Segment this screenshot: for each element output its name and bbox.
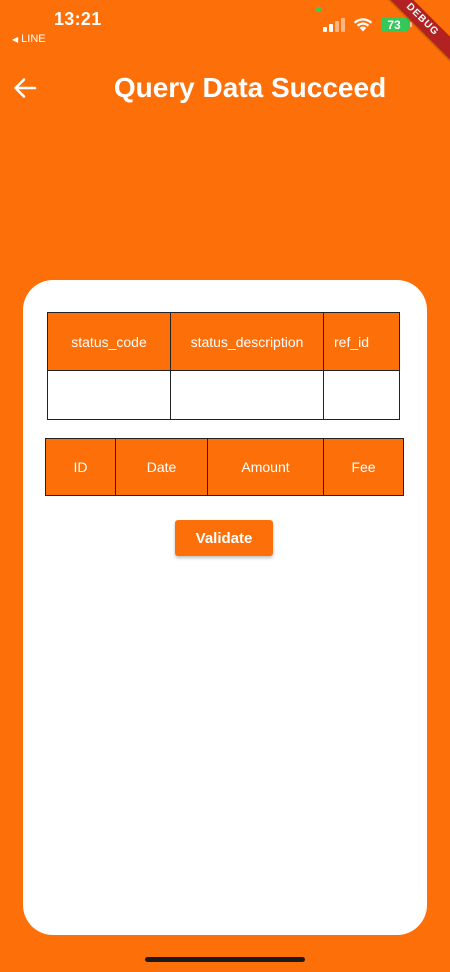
wifi-icon: [353, 18, 373, 32]
header-ref-id: ref_id: [323, 312, 400, 371]
cellular-signal-icon: [323, 18, 345, 32]
back-triangle-icon: ◀: [12, 34, 19, 44]
cell-status-description: [170, 370, 324, 420]
status-time: 13:21: [54, 9, 102, 29]
header-amount: Amount: [207, 438, 324, 496]
back-to-app-label: LINE: [21, 33, 46, 45]
home-indicator[interactable]: [145, 957, 305, 962]
header-date: Date: [115, 438, 208, 496]
privacy-indicator-dot: [316, 7, 321, 12]
header-id: ID: [45, 438, 116, 496]
cell-status-code: [47, 370, 171, 420]
status-table-row: [47, 370, 400, 420]
status-table: status_code status_description ref_id: [47, 312, 400, 420]
app-screen: 13:21 ◀ LINE 73 DEBUG Query Data Succeed…: [0, 0, 450, 972]
validate-button[interactable]: Validate: [175, 520, 273, 556]
status-table-header-row: status_code status_description ref_id: [47, 312, 400, 371]
cell-ref-id: [323, 370, 400, 420]
transactions-table: ID Date Amount Fee: [45, 438, 404, 496]
battery-icon: 73: [381, 17, 409, 32]
debug-banner: DEBUG: [377, 0, 450, 65]
back-to-app-link[interactable]: ◀ LINE: [12, 33, 46, 45]
header-fee: Fee: [323, 438, 404, 496]
page-title: Query Data Succeed: [113, 72, 387, 103]
battery-cap: [410, 22, 412, 27]
transactions-header-row: ID Date Amount Fee: [45, 438, 404, 496]
header-status-code: status_code: [47, 312, 171, 371]
header-status-description: status_description: [170, 312, 324, 371]
result-card: status_code status_description ref_id ID…: [23, 280, 427, 935]
